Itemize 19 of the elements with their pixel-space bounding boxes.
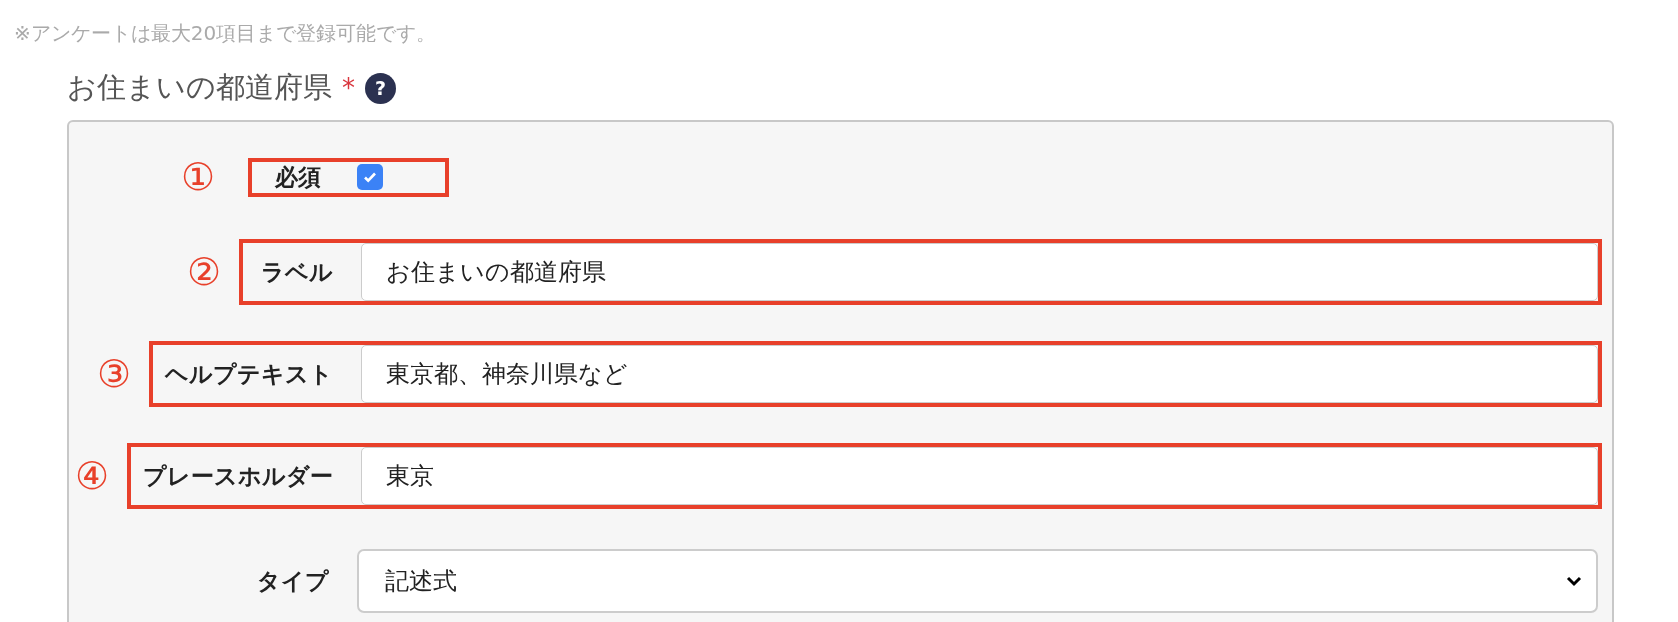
annotation-number: ③ (96, 355, 131, 393)
chevron-icon (1566, 575, 1582, 587)
annotation-number: ④ (74, 457, 109, 495)
text-field[interactable]: 東京 (361, 447, 1598, 505)
question-title: お住まいの都道府県 (67, 69, 332, 106)
required-checkbox[interactable] (357, 164, 384, 190)
field-label: ヘルプテキスト (165, 359, 334, 389)
help-icon[interactable]: ? (365, 72, 396, 104)
annotation-number: ① (181, 158, 216, 196)
field-label: ラベル (261, 257, 334, 287)
field-label: プレースホルダー (143, 461, 334, 491)
required-mark: * (342, 73, 355, 103)
text-field[interactable]: お住まいの都道府県 (361, 243, 1598, 301)
annotation-number: ② (186, 253, 221, 291)
field-label: 必須 (275, 162, 322, 192)
field-label: タイプ (257, 566, 330, 596)
type-select[interactable]: 記述式 (357, 549, 1598, 613)
text-field[interactable]: 東京都、神奈川県など (361, 345, 1598, 403)
note-text: ※アンケートは最大20項目まで登録可能です。 (14, 20, 438, 47)
